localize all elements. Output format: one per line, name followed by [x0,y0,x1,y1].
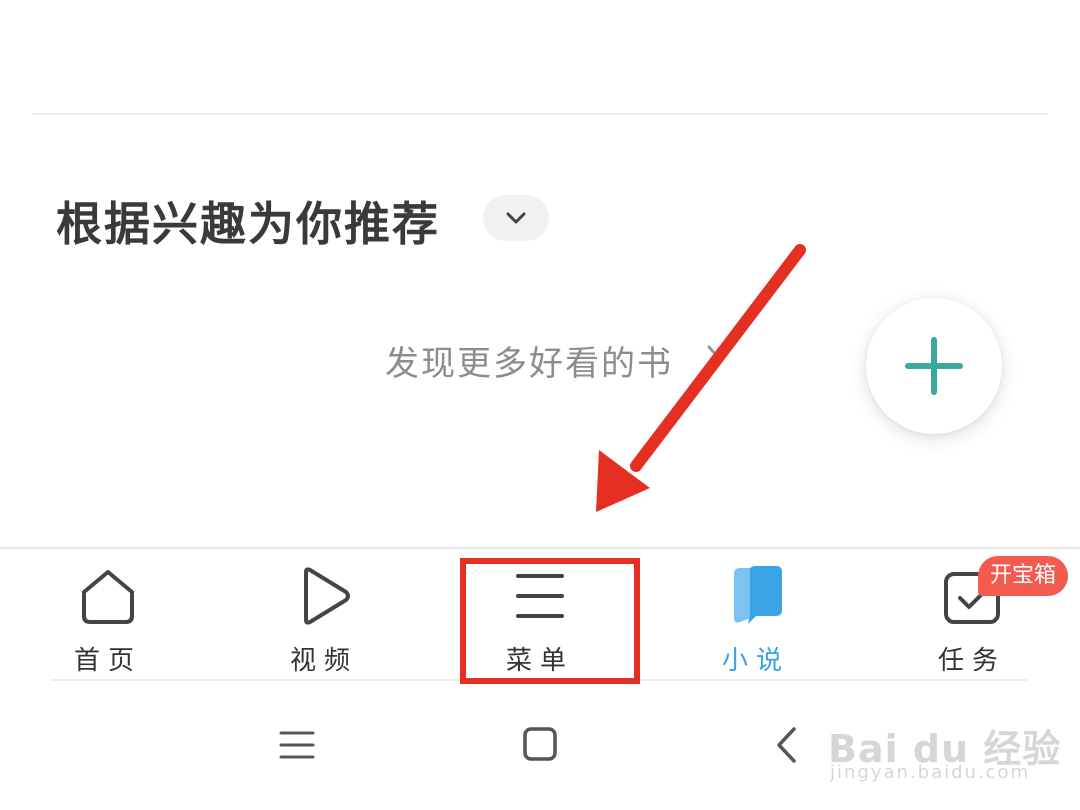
system-home-button[interactable] [522,726,558,762]
back-icon [777,727,796,763]
baidu-watermark-url: jingyan.baidu.com [830,762,1031,783]
annotation-arrow [596,244,806,512]
home-square-icon [523,727,557,761]
menu-highlight-box [460,558,640,684]
recents-icon [279,731,315,759]
system-back-button[interactable] [774,726,800,764]
system-recents-button[interactable] [278,728,316,762]
